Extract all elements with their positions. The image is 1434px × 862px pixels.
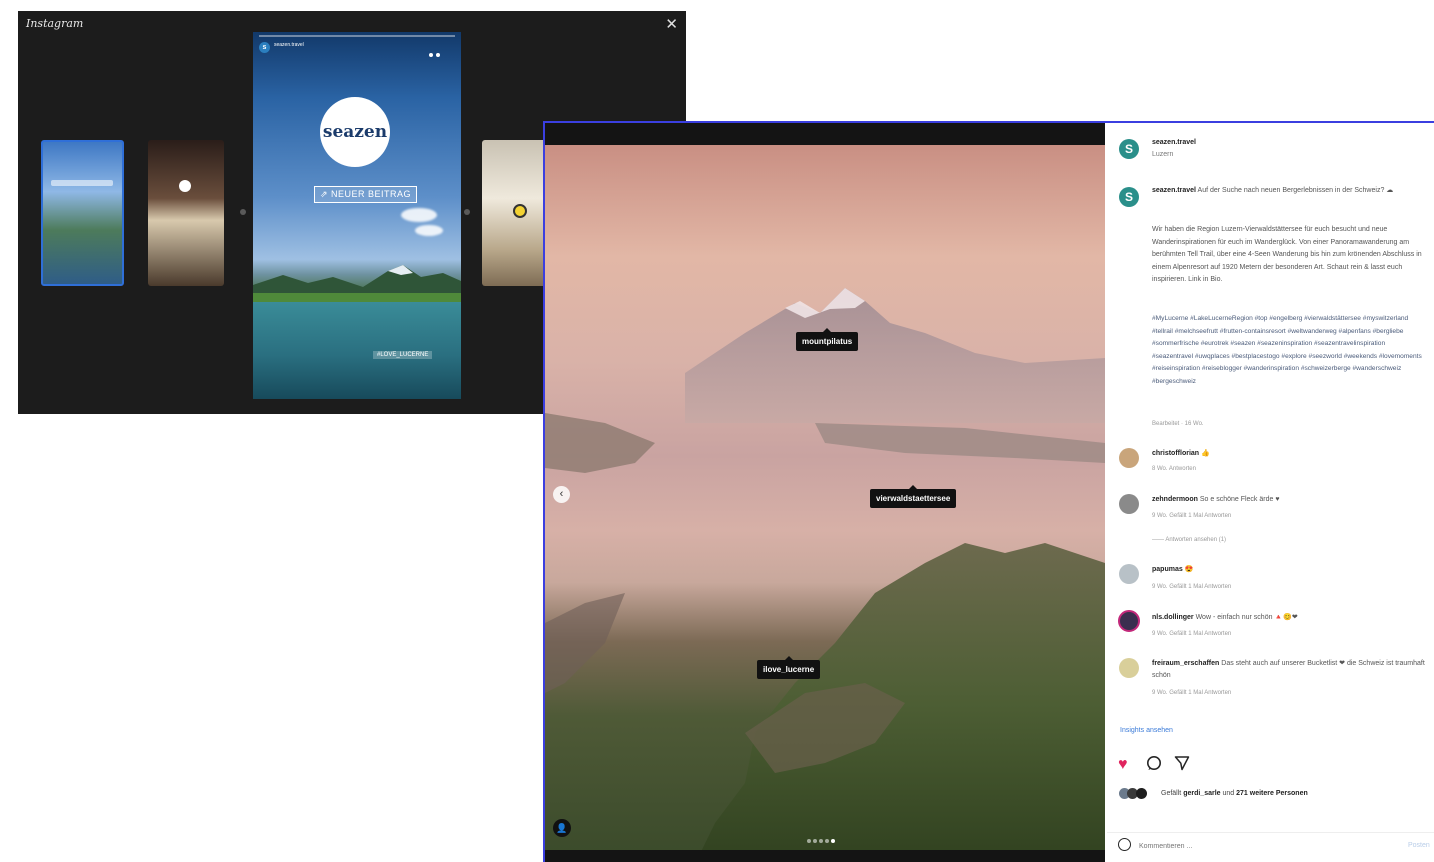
share-icon[interactable] xyxy=(1174,755,1190,776)
story-sticker-icon xyxy=(513,204,527,218)
cloud-decoration xyxy=(401,208,437,222)
comment-username[interactable]: nls.dollinger xyxy=(1152,614,1194,621)
comment-meta[interactable]: 9 Wo. Gefällt 1 Mal Antworten xyxy=(1152,513,1231,519)
caption-username[interactable]: seazen.travel xyxy=(1152,187,1196,194)
carousel-dot xyxy=(813,839,817,843)
caption-meta: Bearbeitet · 16 Wo. xyxy=(1152,421,1204,427)
hashtag-sticker[interactable]: #LOVE_LUCERNE xyxy=(373,351,433,359)
heart-icon[interactable]: ♥ xyxy=(1118,756,1128,774)
comment-text: 👍 xyxy=(1201,450,1210,457)
post-viewer: mountpilatus vierwaldstaettersee ilove_l… xyxy=(543,121,1434,862)
likes-user[interactable]: gerdi_sarle xyxy=(1183,790,1220,797)
seazen-badge: seazen xyxy=(320,97,390,167)
insights-link[interactable]: Insights ansehen xyxy=(1120,727,1173,734)
account-avatar[interactable]: S xyxy=(1119,139,1139,159)
comment-username[interactable]: christofflorian xyxy=(1152,450,1199,457)
likes-prefix: Gefällt xyxy=(1161,790,1182,797)
active-story[interactable]: s seazen.travel seazen ⇗ NEUER BEITRAG #… xyxy=(253,32,461,399)
comment-text: So e schöne Fleck ärde ♥ xyxy=(1199,496,1280,503)
photo-bottom-bar xyxy=(545,850,1105,862)
comment-meta[interactable]: 9 Wo. Gefällt 1 Mal Antworten xyxy=(1152,690,1231,696)
comment-meta[interactable]: 8 Wo. Antworten xyxy=(1152,466,1196,472)
story-sticker-icon xyxy=(179,180,191,192)
comment-avatar[interactable] xyxy=(1119,564,1139,584)
comment-username[interactable]: papumas xyxy=(1152,566,1183,573)
next-story-icon[interactable] xyxy=(464,209,470,215)
comment-text: 😍 xyxy=(1184,566,1194,573)
header-username[interactable]: seazen.travel xyxy=(1152,137,1196,149)
comment-meta[interactable]: 9 Wo. Gefällt 1 Mal Antworten xyxy=(1152,584,1231,590)
photo-tag-vierwaldstaettersee[interactable]: vierwaldstaettersee xyxy=(870,485,957,508)
story-avatar[interactable]: s xyxy=(259,42,270,53)
carousel-dot xyxy=(819,839,823,843)
comment-icon[interactable] xyxy=(1146,755,1162,776)
post-comment-button[interactable]: Posten xyxy=(1408,842,1430,849)
carousel-dot-active xyxy=(831,839,835,843)
liker-avatar xyxy=(1136,788,1147,799)
caption-avatar[interactable]: S xyxy=(1119,187,1139,207)
story-thumbnail-text xyxy=(51,180,113,186)
comment-avatar[interactable] xyxy=(1118,610,1140,632)
divider xyxy=(1107,832,1434,833)
carousel-previous-icon[interactable]: ‹ xyxy=(553,486,570,503)
carousel-dot xyxy=(807,839,811,843)
new-post-sticker[interactable]: ⇗ NEUER BEITRAG xyxy=(314,186,418,203)
likes-others[interactable]: 271 weitere Personen xyxy=(1236,790,1308,797)
pause-icon[interactable] xyxy=(429,53,433,57)
close-icon[interactable]: ✕ xyxy=(665,15,678,33)
view-replies-link[interactable]: —— Antworten ansehen (1) xyxy=(1152,537,1226,543)
mountain-illustration xyxy=(253,265,461,302)
comment-text: Wow - einfach nur schön 🔺😊❤ xyxy=(1195,614,1298,621)
comment-4: nls.dollinger Wow - einfach nur schön 🔺😊… xyxy=(1152,612,1298,624)
post-sidebar: S seazen.travel Luzern S seazen.travel A… xyxy=(1107,123,1434,862)
story-username[interactable]: seazen.travel xyxy=(274,42,304,48)
landscape-illustration xyxy=(545,288,1105,862)
mute-icon[interactable] xyxy=(436,53,440,57)
comment-2: zehndermoon So e schöne Fleck ärde ♥ xyxy=(1152,494,1280,506)
comment-1: christofflorian 👍 xyxy=(1152,448,1210,460)
post-photo[interactable]: mountpilatus vierwaldstaettersee ilove_l… xyxy=(545,123,1105,862)
tagged-users-icon[interactable]: 👤 xyxy=(553,819,571,837)
comment-username[interactable]: freiraum_erschaffen xyxy=(1152,660,1219,667)
caption-body: Wir haben die Region Luzern-Vierwaldstät… xyxy=(1152,226,1422,283)
comment-input[interactable] xyxy=(1137,842,1381,851)
previous-story-icon[interactable] xyxy=(240,209,246,215)
comment-avatar[interactable] xyxy=(1119,494,1139,514)
story-thumbnail-2[interactable] xyxy=(148,140,224,286)
comment-avatar[interactable] xyxy=(1119,658,1139,678)
comment-avatar[interactable] xyxy=(1119,448,1139,468)
story-controls[interactable] xyxy=(429,44,451,57)
carousel-indicator xyxy=(807,830,837,848)
likes-mid: und xyxy=(1222,790,1235,797)
carousel-dot xyxy=(825,839,829,843)
comment-3: papumas 😍 xyxy=(1152,564,1193,576)
header-location[interactable]: Luzern xyxy=(1152,149,1173,161)
comment-5: freiraum_erschaffen Das steht auch auf u… xyxy=(1152,658,1427,682)
comment-meta[interactable]: 9 Wo. Gefällt 1 Mal Antworten xyxy=(1152,631,1231,637)
cloud-decoration xyxy=(415,225,443,236)
likes-summary[interactable]: Gefällt gerdi_sarle und 271 weitere Pers… xyxy=(1161,790,1308,797)
emoji-icon[interactable] xyxy=(1118,838,1131,851)
caption-hashtags[interactable]: #MyLucerne #LakeLucerneRegion #top #enge… xyxy=(1152,313,1427,388)
caption-lead-text: Auf der Suche nach neuen Bergerlebnissen… xyxy=(1197,187,1394,194)
story-progress-bar xyxy=(259,35,455,37)
photo-tag-mountpilatus[interactable]: mountpilatus xyxy=(796,328,859,351)
comment-username[interactable]: zehndermoon xyxy=(1152,496,1198,503)
caption-lead: seazen.travel Auf der Suche nach neuen B… xyxy=(1152,185,1427,197)
photo-tag-ilove-lucerne[interactable]: ilove_lucerne xyxy=(757,656,821,679)
story-thumbnail-1[interactable] xyxy=(41,140,124,286)
instagram-logo: Instagram xyxy=(26,17,84,30)
